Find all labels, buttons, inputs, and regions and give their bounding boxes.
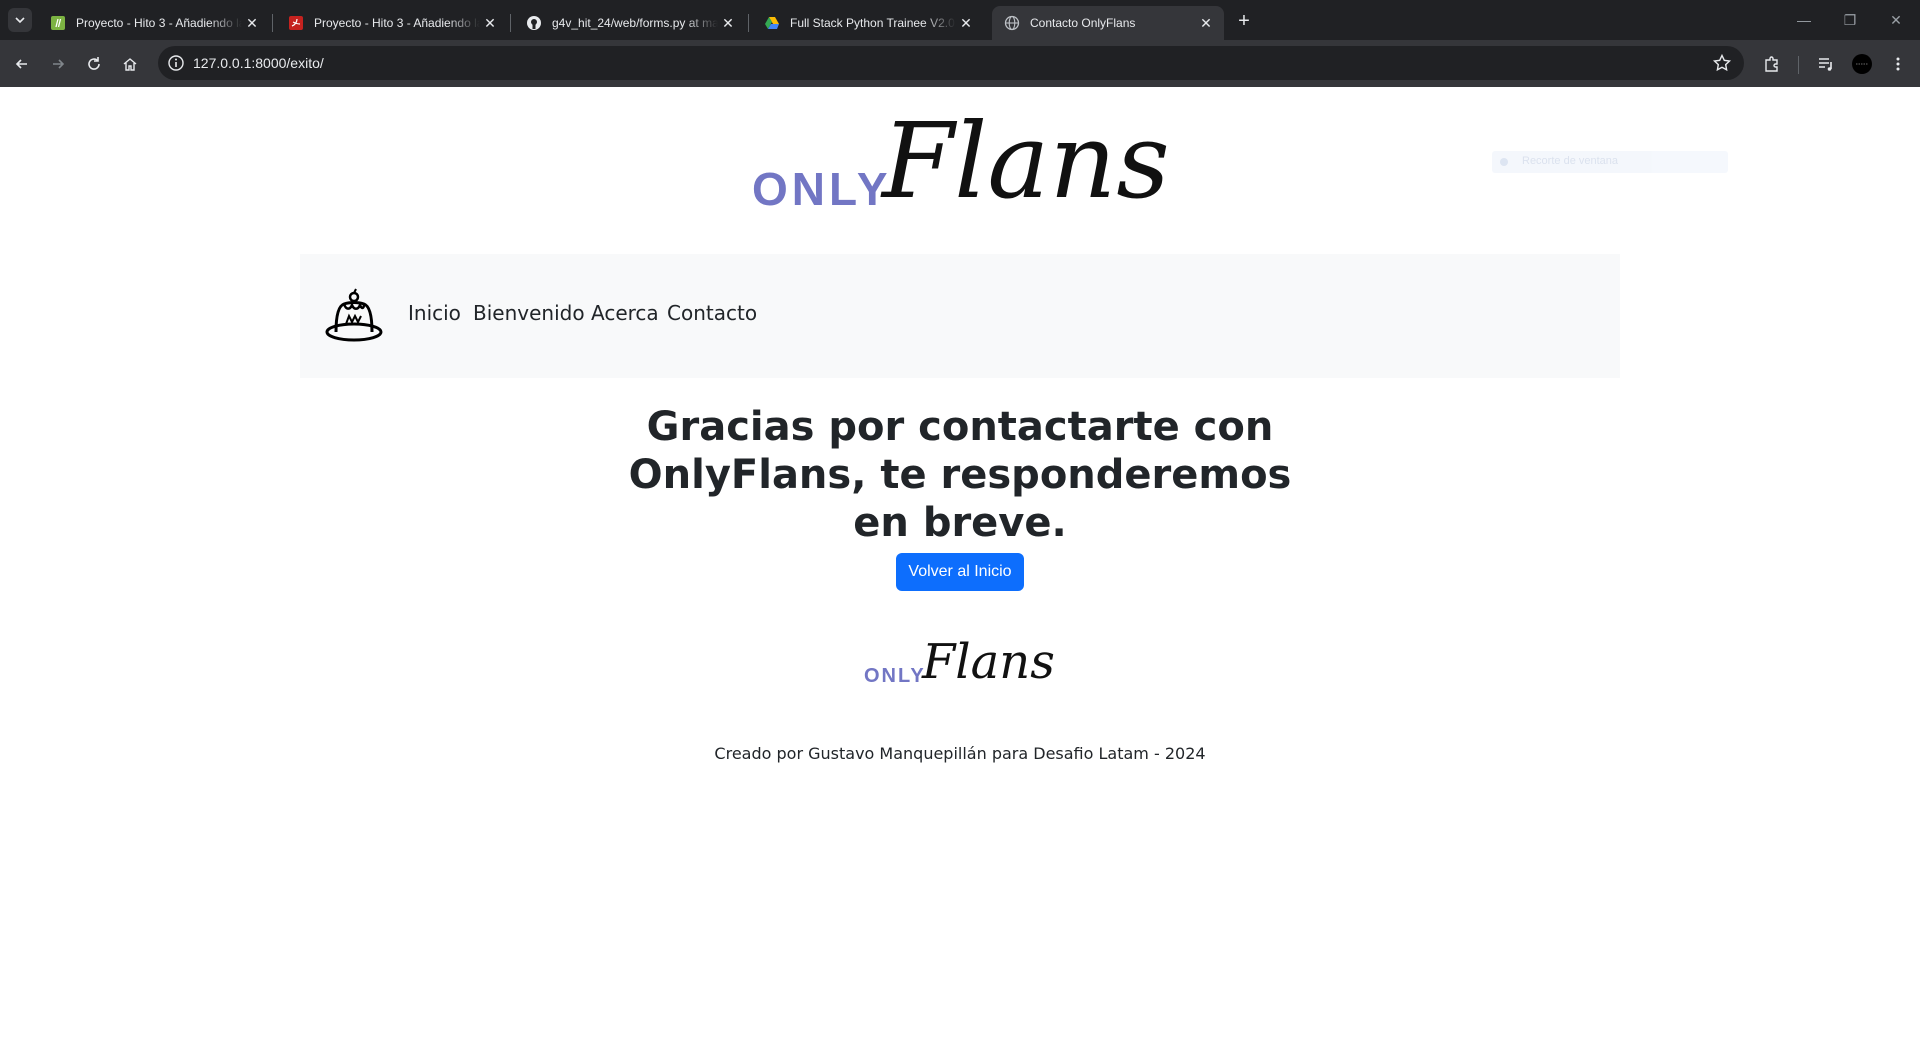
browser-toolbar: 127.0.0.1:8000/exito/: [0, 40, 1920, 87]
nav-link-contacto[interactable]: Contacto: [667, 301, 757, 325]
avatar: [1852, 54, 1872, 74]
extensions-button[interactable]: [1758, 50, 1786, 78]
navbar: Inicio Bienvenido Acerca Contacto: [300, 254, 1620, 378]
sheet-icon: [50, 15, 66, 31]
back-home-button[interactable]: Volver al Inicio: [896, 553, 1024, 591]
nav-link-bienvenido[interactable]: Bienvenido: [473, 301, 585, 325]
url-text[interactable]: 127.0.0.1:8000/exito/: [193, 55, 324, 71]
pdf-icon: [288, 15, 304, 31]
logo-prefix: ONLY: [864, 665, 926, 687]
back-button[interactable]: [8, 50, 36, 78]
address-bar[interactable]: 127.0.0.1:8000/exito/: [158, 46, 1744, 80]
tab-divider: [510, 14, 511, 32]
tab-divider: [748, 14, 749, 32]
close-icon[interactable]: ✕: [956, 13, 976, 33]
chevron-down-icon: [15, 17, 25, 24]
tab-1[interactable]: Proyecto - Hito 3 - Añadiendo la ✕: [38, 6, 270, 40]
close-icon[interactable]: ✕: [242, 13, 262, 33]
snip-label: Recorte de ventana: [1522, 155, 1619, 167]
new-tab-button[interactable]: +: [1232, 9, 1256, 33]
tab-title: g4v_hit_24/web/forms.py at ma: [552, 16, 718, 30]
reload-icon: [88, 57, 100, 70]
toolbar-divider: [1798, 56, 1799, 74]
tab-title: Full Stack Python Trainee V2.0 G: [790, 16, 956, 30]
window-close-button[interactable]: ✕: [1876, 8, 1916, 32]
window-snip-overlay: Recorte de ventana: [1492, 151, 1728, 173]
globe-icon: [1004, 15, 1020, 31]
tab-title: Proyecto - Hito 3 - Añadiendo la: [314, 16, 480, 30]
reload-button[interactable]: [80, 50, 108, 78]
nav-link-acerca[interactable]: Acerca: [591, 301, 659, 325]
star-icon[interactable]: [1712, 53, 1732, 73]
drive-icon: [764, 15, 780, 31]
tab-active[interactable]: Contacto OnlyFlans ✕: [992, 6, 1224, 40]
tab-title: Proyecto - Hito 3 - Añadiendo la: [76, 16, 242, 30]
arrow-left-icon: [15, 59, 27, 69]
tab-4[interactable]: Full Stack Python Trainee V2.0 G ✕: [752, 6, 984, 40]
home-button[interactable]: [116, 50, 144, 78]
nav-link-inicio[interactable]: Inicio: [408, 301, 461, 325]
github-icon: [526, 15, 542, 31]
footer-credit: Creado por Gustavo Manquepillán para Des…: [714, 744, 1206, 763]
close-icon[interactable]: ✕: [1196, 13, 1216, 33]
footer-logo: ONLY Flans: [864, 634, 1055, 690]
tab-title: Contacto OnlyFlans: [1030, 16, 1136, 30]
media-button[interactable]: [1812, 50, 1840, 78]
tab-divider: [272, 14, 273, 32]
tab-strip: Proyecto - Hito 3 - Añadiendo la ✕ Proye…: [0, 0, 1920, 40]
forward-button[interactable]: [44, 50, 72, 78]
close-icon[interactable]: ✕: [718, 13, 738, 33]
tab-3[interactable]: g4v_hit_24/web/forms.py at ma ✕: [514, 6, 746, 40]
site-info-icon[interactable]: [166, 53, 186, 73]
tab-search-button[interactable]: [8, 8, 32, 32]
onlyflans-logo[interactable]: ONLY Flans: [750, 105, 1170, 225]
page-heading: Gracias por contactarte con OnlyFlans, t…: [628, 404, 1292, 546]
arrow-right-icon: [53, 59, 65, 69]
playlist-icon: [1819, 58, 1832, 71]
logo-script: Flans: [880, 105, 1170, 222]
puzzle-icon: [1765, 56, 1778, 72]
close-icon[interactable]: ✕: [480, 13, 500, 33]
minimize-button[interactable]: —: [1784, 8, 1824, 32]
logo-script: Flans: [921, 634, 1055, 690]
home-icon: [123, 58, 137, 71]
restore-button[interactable]: ❐: [1830, 8, 1870, 32]
menu-button[interactable]: [1884, 50, 1912, 78]
snip-icon: [1500, 158, 1508, 166]
logo-prefix: ONLY: [752, 163, 892, 215]
profile-button[interactable]: [1848, 50, 1876, 78]
more-vert-icon: [1896, 57, 1900, 71]
tab-2[interactable]: Proyecto - Hito 3 - Añadiendo la ✕: [276, 6, 508, 40]
flan-icon[interactable]: [324, 288, 384, 344]
